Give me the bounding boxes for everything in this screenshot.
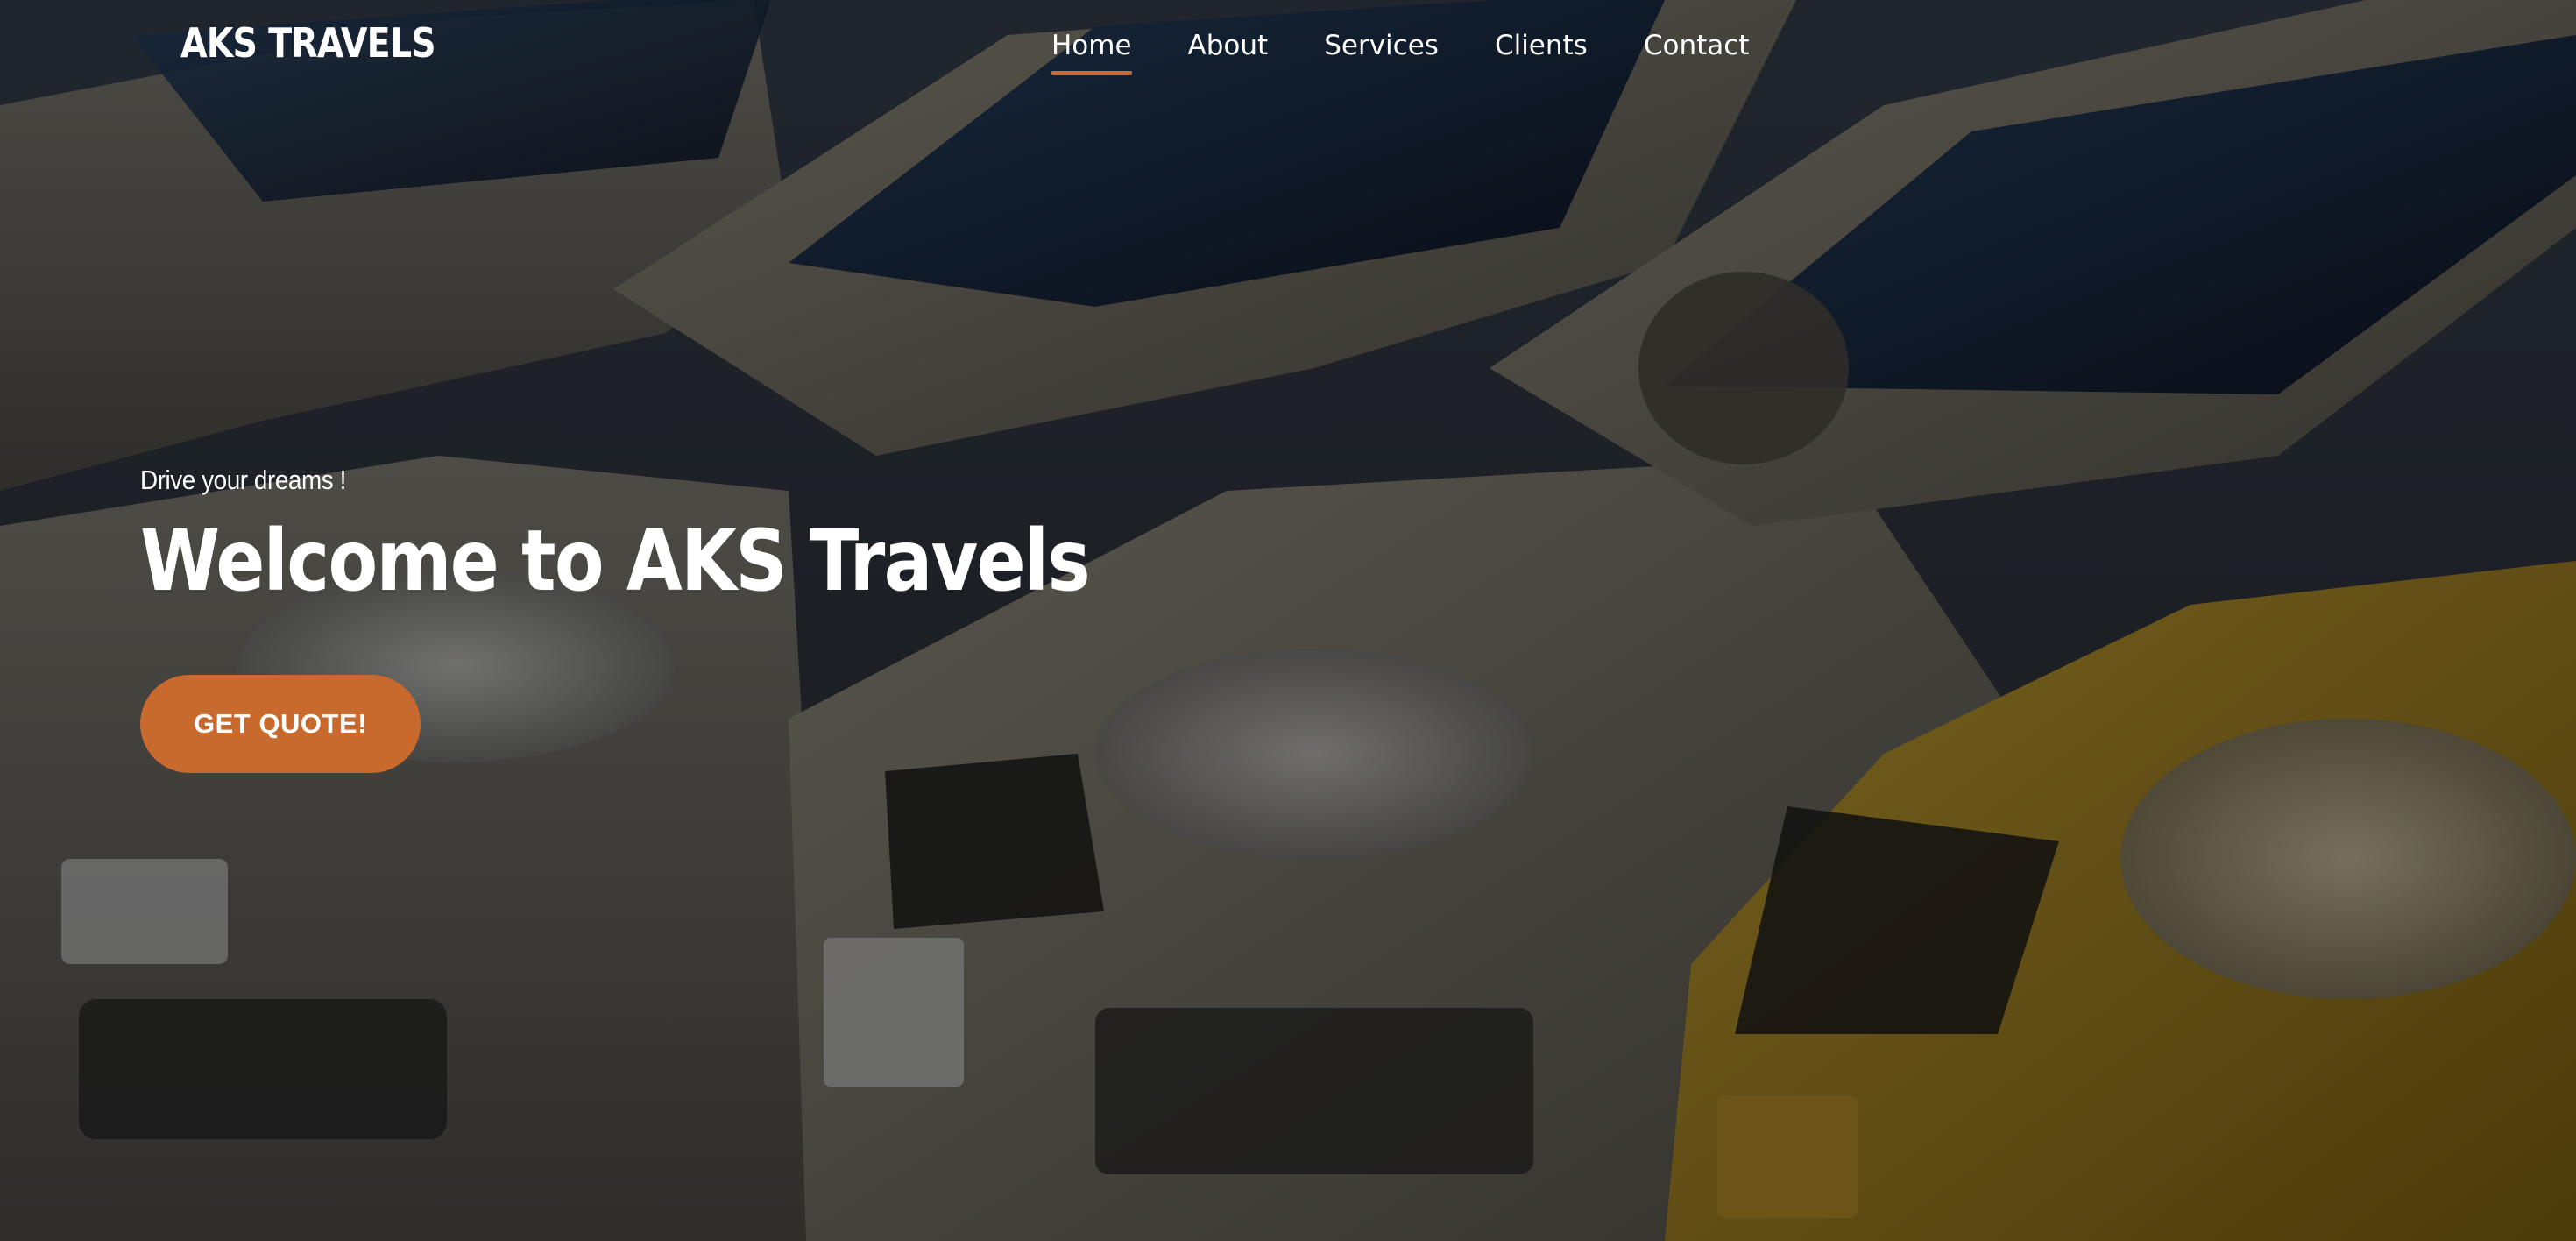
nav-item-home[interactable]: Home [1051, 30, 1132, 75]
site-header: AKS TRAVELS Home About Services Clients … [0, 0, 2576, 105]
nav-item-about[interactable]: About [1188, 30, 1269, 75]
nav-item-contact[interactable]: Contact [1644, 30, 1750, 75]
nav-item-services[interactable]: Services [1324, 30, 1439, 75]
hero-content: Drive your dreams ! Welcome to AKS Trave… [140, 464, 1367, 603]
hero-tagline: Drive your dreams ! [140, 464, 346, 495]
hero-section: AKS TRAVELS Home About Services Clients … [0, 0, 2576, 1241]
nav-item-clients[interactable]: Clients [1495, 30, 1588, 75]
main-nav: Home About Services Clients Contact [1051, 30, 1749, 75]
get-quote-button[interactable]: GET QUOTE! [140, 675, 421, 773]
site-logo[interactable]: AKS TRAVELS [180, 19, 436, 67]
hero-dark-overlay [0, 0, 2576, 1241]
hero-headline: Welcome to AKS Travels [140, 512, 1091, 610]
